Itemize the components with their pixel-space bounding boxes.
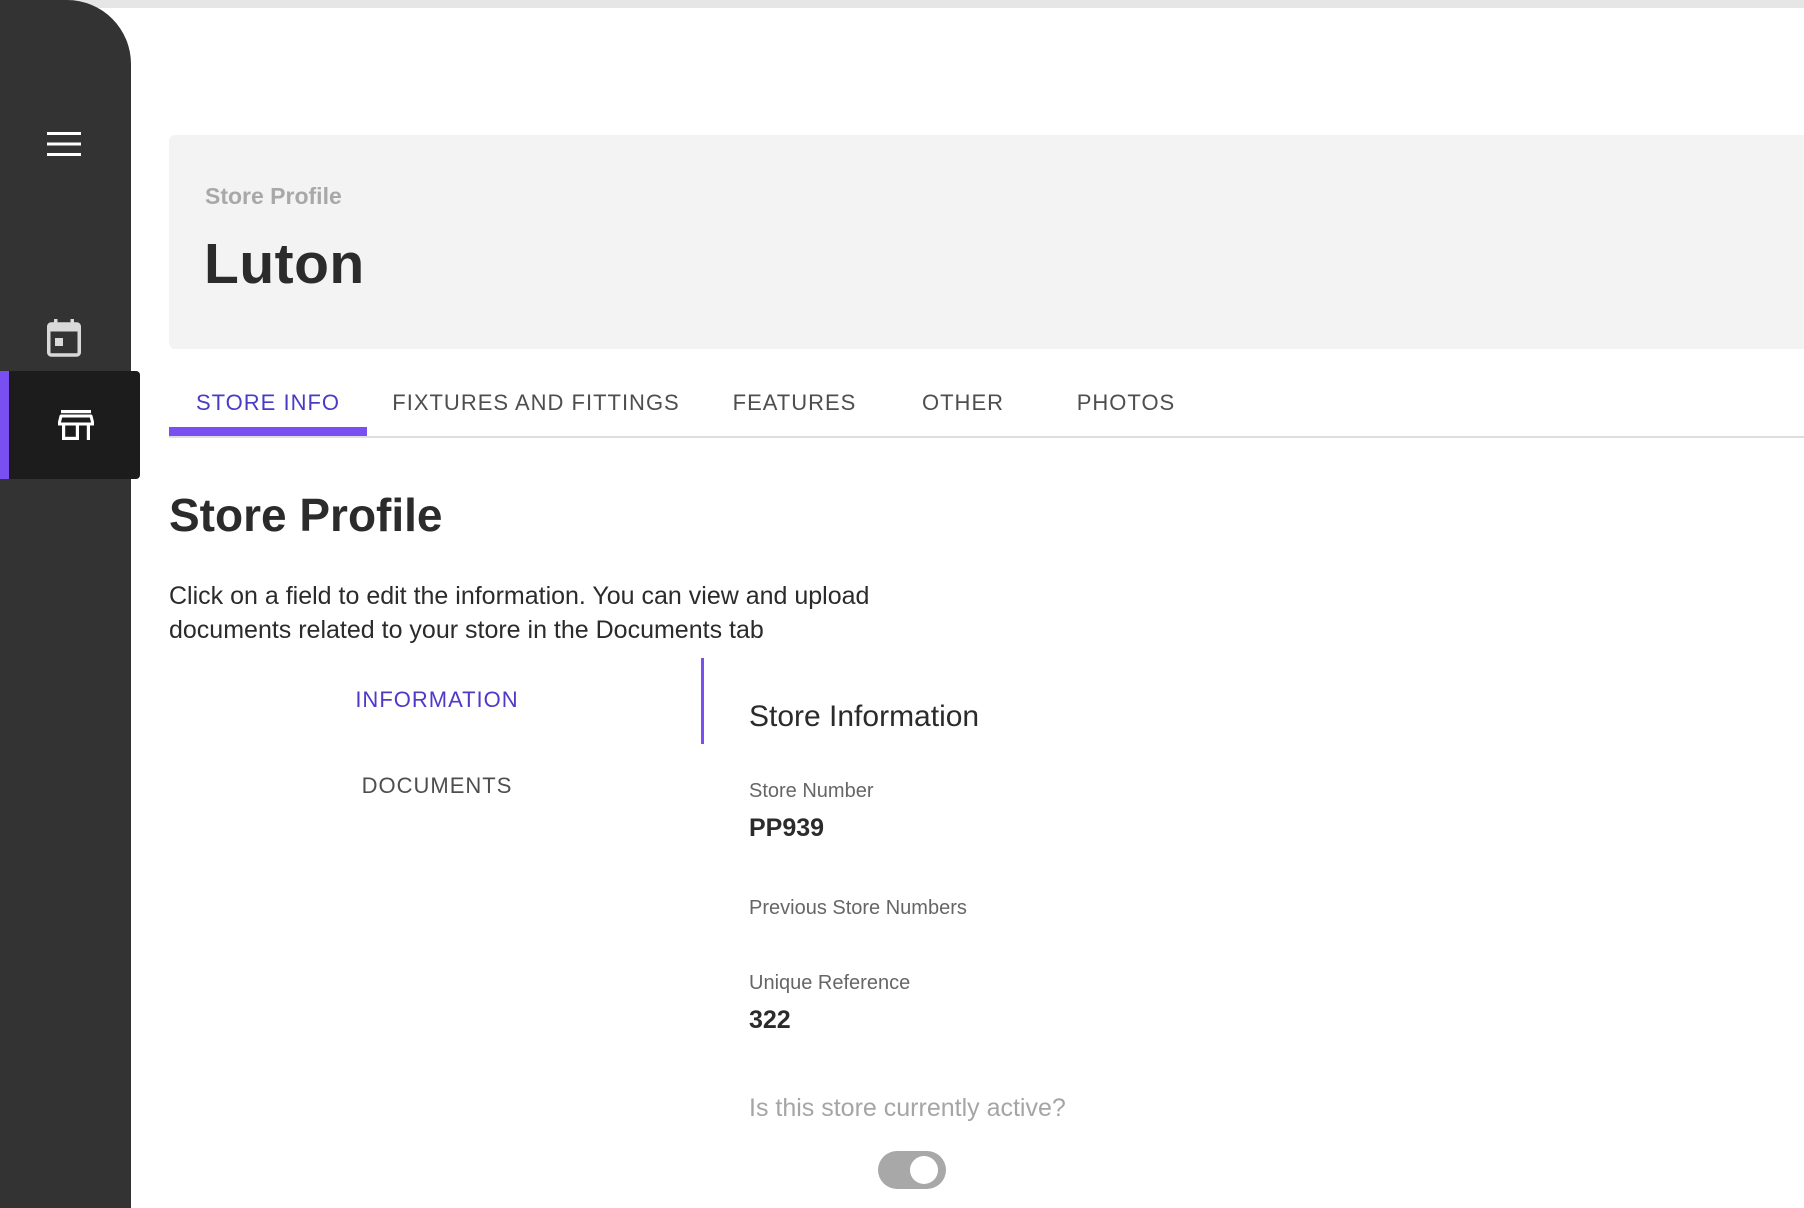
tab-label: FEATURES — [732, 390, 857, 415]
calendar-icon — [47, 319, 81, 357]
page-title: Luton — [204, 232, 365, 296]
tab-label: PHOTOS — [1076, 390, 1176, 415]
tab-label: OTHER — [922, 390, 1004, 415]
page-eyebrow: Store Profile — [205, 183, 342, 209]
store-active-toggle[interactable] — [878, 1151, 946, 1189]
tab-label: FIXTURES AND FITTINGS — [392, 390, 680, 415]
section-intro: Click on a field to edit the information… — [169, 582, 870, 644]
top-strip — [0, 0, 1804, 8]
tab-bar: STORE INFO FIXTURES AND FITTINGS FEATURE… — [169, 370, 1804, 438]
page-header: Store Profile Luton — [169, 135, 1804, 349]
section-title: Store Profile — [169, 489, 443, 541]
subnav-active-indicator — [701, 658, 704, 744]
toggle-knob — [910, 1156, 938, 1184]
unique-reference-label: Unique Reference — [749, 972, 911, 994]
store-nav-button[interactable] — [0, 371, 140, 479]
tab-other[interactable]: OTHER — [884, 370, 1042, 436]
sidebar — [0, 0, 140, 1208]
active-tab-underline — [169, 427, 367, 436]
menu-button[interactable] — [34, 117, 94, 171]
previous-store-numbers-value[interactable] — [749, 930, 949, 960]
menu-icon — [47, 132, 81, 156]
previous-store-numbers-label: Previous Store Numbers — [749, 897, 967, 919]
unique-reference-value[interactable]: 322 — [749, 1006, 791, 1035]
active-nav-indicator — [0, 371, 9, 479]
tab-label: STORE INFO — [195, 390, 341, 415]
tab-divider — [169, 436, 1804, 438]
tab-features[interactable]: FEATURES — [705, 370, 884, 436]
store-active-question: Is this store currently active? — [749, 1094, 1066, 1122]
panel-title: Store Information — [749, 700, 980, 733]
tab-store-info[interactable]: STORE INFO — [169, 370, 367, 436]
store-icon — [58, 410, 94, 440]
calendar-nav-button[interactable] — [34, 308, 94, 368]
subnav-information[interactable]: INFORMATION — [337, 687, 537, 713]
tab-fixtures-and-fittings[interactable]: FIXTURES AND FITTINGS — [367, 370, 705, 436]
store-number-label: Store Number — [749, 780, 874, 802]
subnav-documents[interactable]: DOCUMENTS — [337, 773, 537, 799]
tab-photos[interactable]: PHOTOS — [1042, 370, 1210, 436]
store-number-value[interactable]: PP939 — [749, 814, 824, 843]
